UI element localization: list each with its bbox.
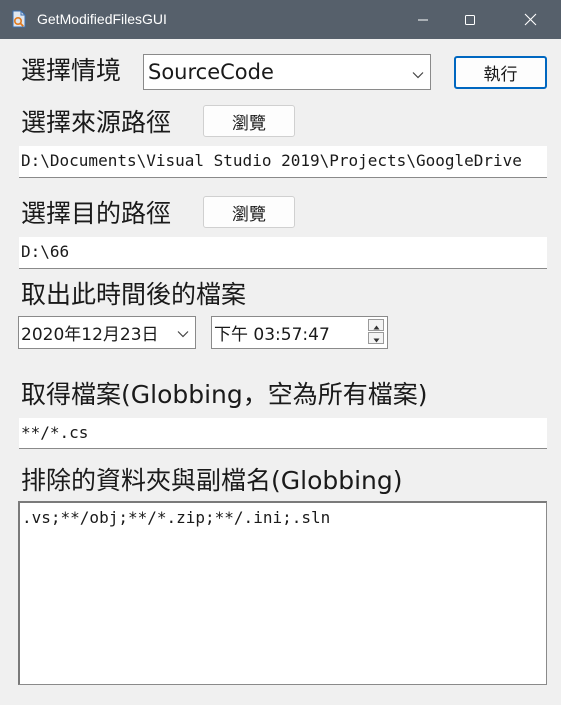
maximize-icon — [464, 14, 476, 26]
source-browse-button[interactable]: 瀏覽 — [203, 105, 295, 137]
modified-after-label: 取出此時間後的檔案 — [21, 280, 247, 309]
destination-path-label: 選擇目的路徑 — [21, 199, 172, 228]
chevron-down-icon — [177, 323, 189, 343]
source-path-input[interactable]: D:\Documents\Visual Studio 2019\Projects… — [19, 146, 547, 178]
exclude-pattern-label: 排除的資料夾與副檔名(Globbing) — [21, 466, 403, 495]
minimize-icon — [417, 14, 429, 26]
destination-browse-button[interactable]: 瀏覽 — [203, 196, 295, 228]
time-picker[interactable]: 下午 03:57:47 — [211, 316, 388, 349]
spin-down-icon — [373, 328, 380, 348]
scenario-selected-value: SourceCode — [148, 60, 274, 84]
scenario-select[interactable]: SourceCode — [143, 54, 431, 90]
title-bar[interactable]: GetModifiedFilesGUI — [0, 0, 561, 39]
app-icon — [11, 10, 27, 28]
minimize-button[interactable] — [400, 0, 446, 39]
close-icon — [524, 13, 537, 26]
include-pattern-label: 取得檔案(Globbing，空為所有檔案) — [21, 380, 428, 409]
chevron-down-icon — [412, 60, 424, 84]
close-button[interactable] — [507, 0, 553, 39]
scenario-label: 選擇情境 — [21, 56, 122, 85]
window-title: GetModifiedFilesGUI — [37, 11, 167, 27]
app-window: GetModifiedFilesGUI 選擇情境 SourceCode 執行 選… — [0, 0, 561, 705]
run-button[interactable]: 執行 — [454, 56, 547, 89]
spin-down-button[interactable] — [368, 332, 384, 344]
date-value: 2020年12月23日 — [21, 325, 159, 345]
maximize-button[interactable] — [447, 0, 493, 39]
time-spinner[interactable] — [368, 319, 384, 345]
time-value: 下午 03:57:47 — [214, 325, 330, 345]
include-pattern-input[interactable]: **/*.cs — [19, 418, 547, 449]
exclude-pattern-textarea[interactable]: .vs;**/obj;**/*.zip;**/.ini;.sln — [18, 501, 547, 685]
destination-path-input[interactable]: D:\66 — [19, 237, 547, 269]
source-path-label: 選擇來源路徑 — [21, 108, 172, 137]
date-picker[interactable]: 2020年12月23日 — [18, 316, 196, 349]
